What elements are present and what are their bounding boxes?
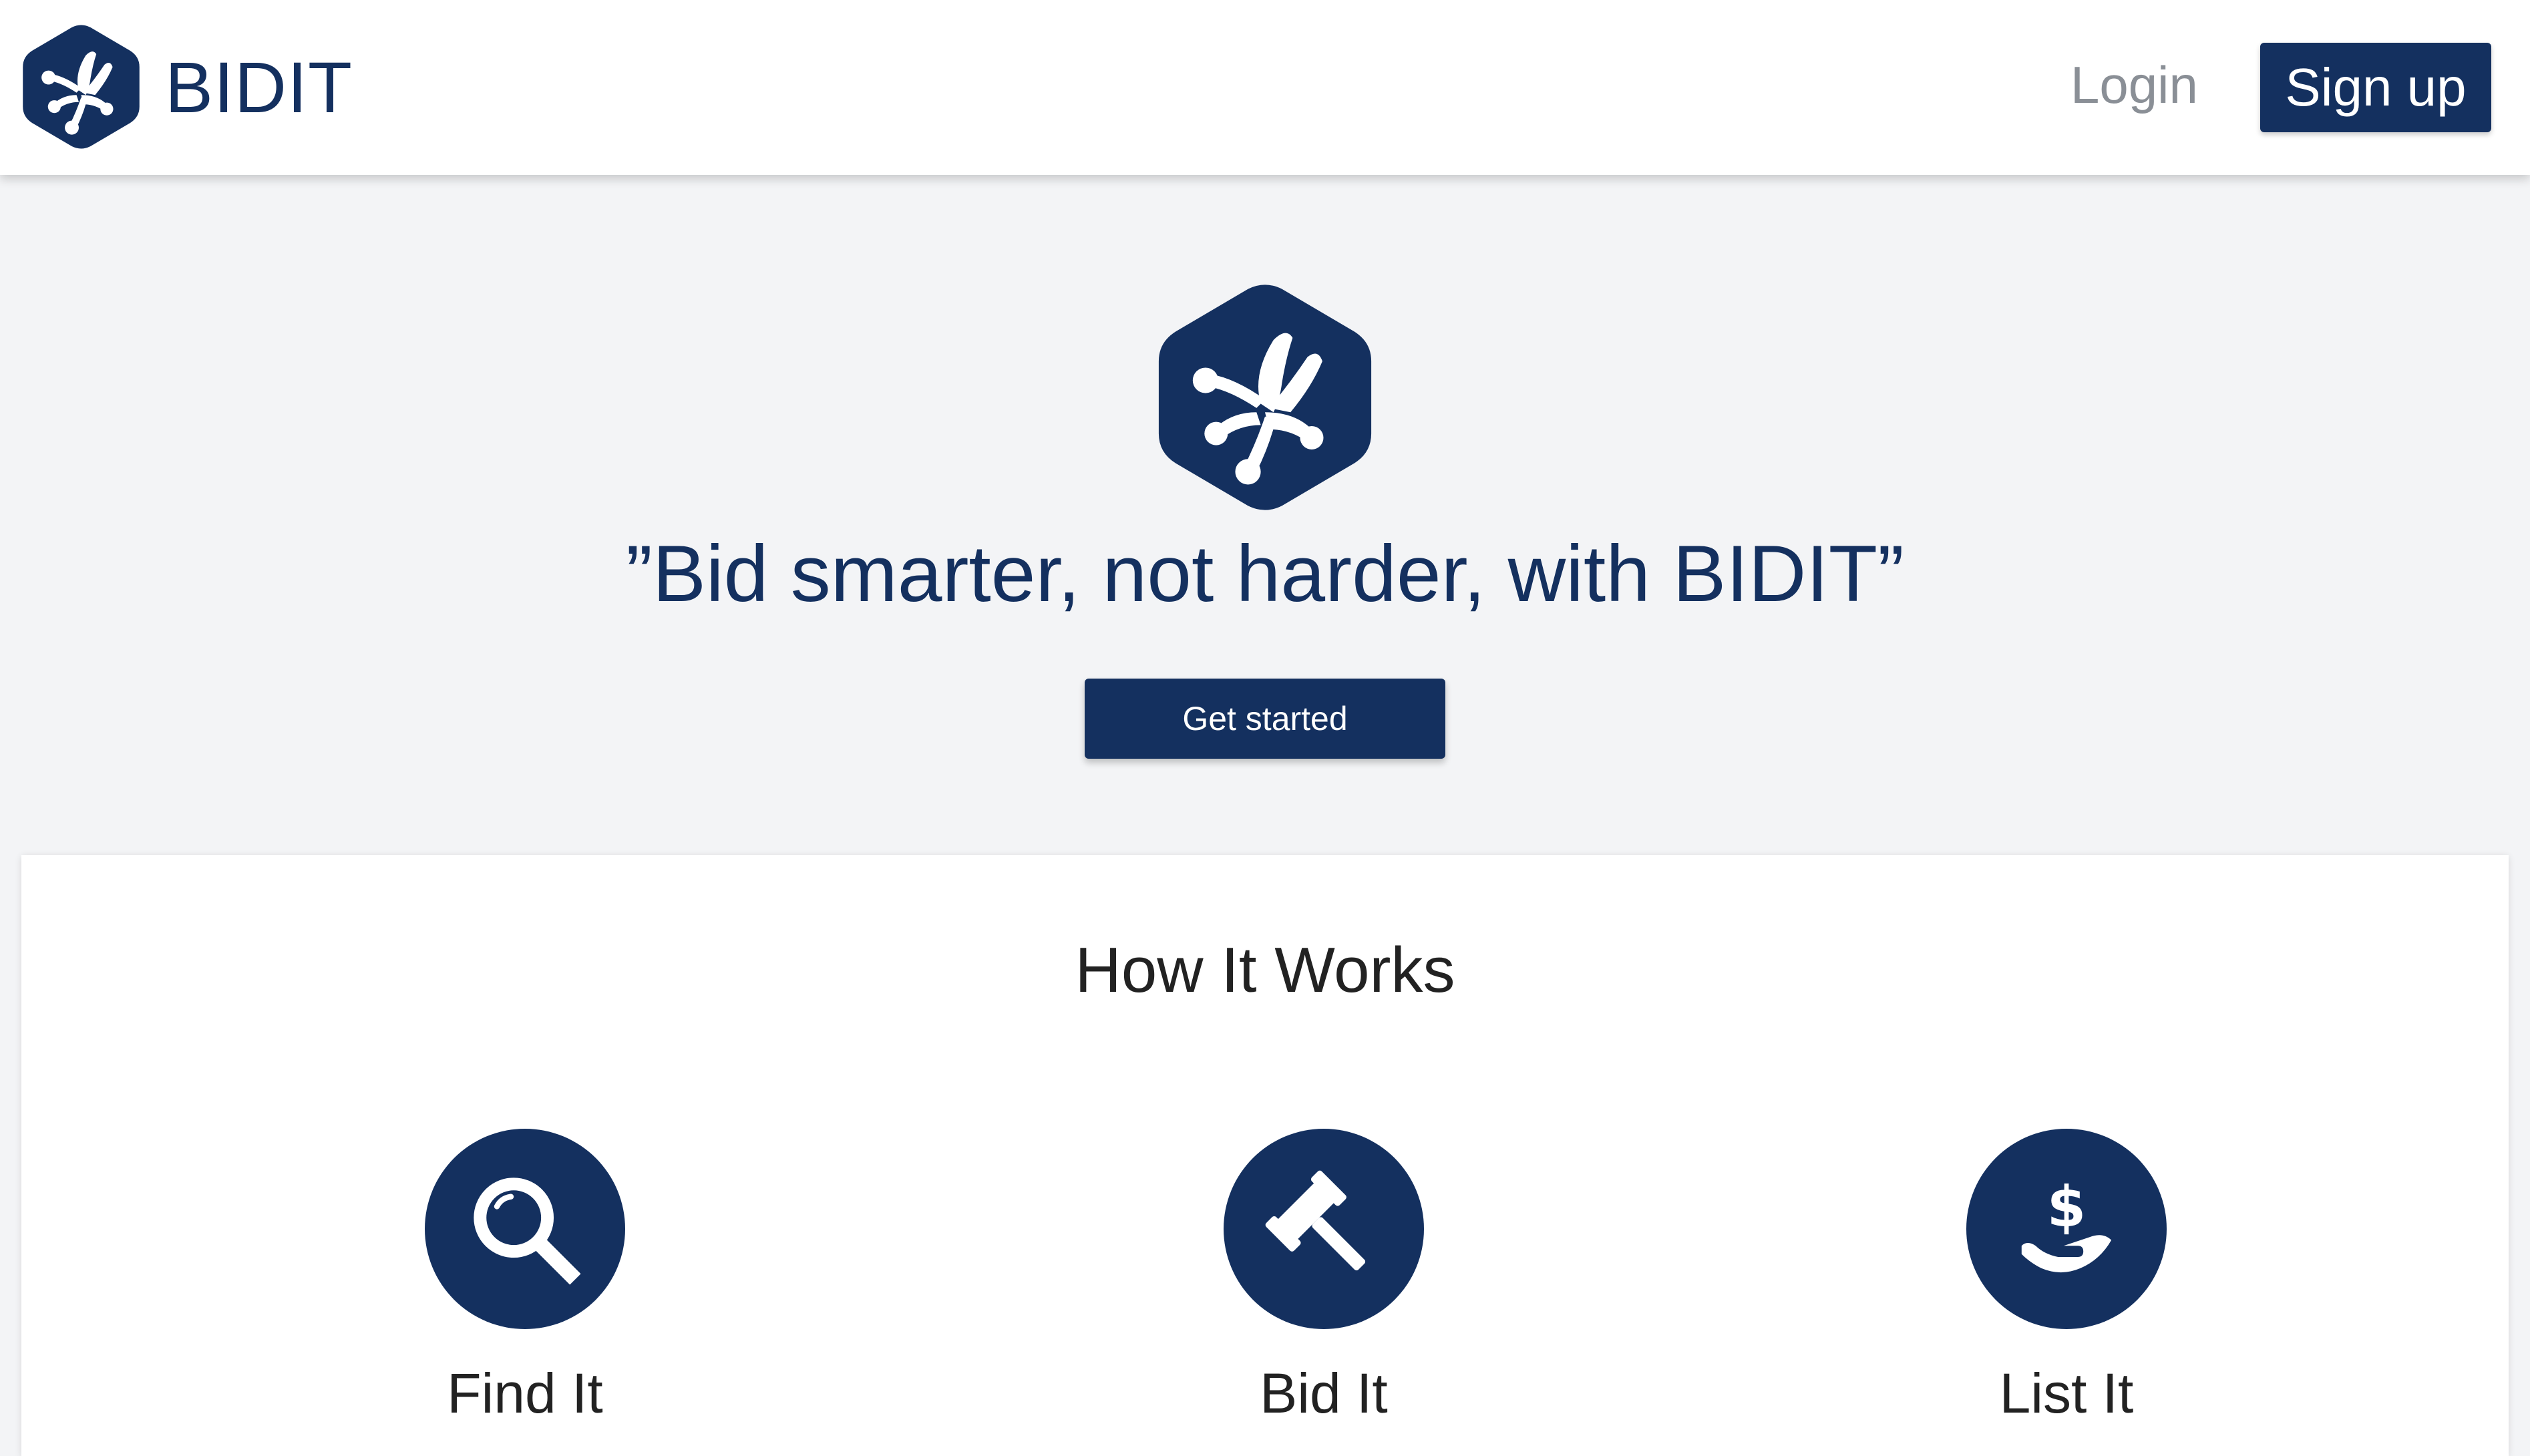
gavel-icon [1224, 1129, 1424, 1329]
step-label: List It [1999, 1362, 2134, 1425]
how-it-works-card: How It Works Find It Bid It $ List It [21, 855, 2509, 1456]
frog-foot-hexagon-icon [23, 25, 140, 149]
step-list-it: $ List It [1900, 1129, 2233, 1426]
svg-text:$: $ [2047, 1174, 2086, 1240]
step-label: Find It [447, 1362, 603, 1425]
frog-foot-hexagon-icon [1158, 285, 1372, 510]
hero-tagline: ”Bid smarter, not harder, with BIDIT” [626, 529, 1904, 618]
step-bid-it: Bid It [1157, 1129, 1491, 1426]
login-link[interactable]: Login [2070, 55, 2198, 116]
brand-home-link[interactable]: BIDIT [23, 23, 353, 151]
magnifier-icon [425, 1129, 625, 1329]
hero-section: ”Bid smarter, not harder, with BIDIT” Ge… [0, 175, 2530, 854]
brand-name: BIDIT [165, 46, 353, 128]
step-find-it: Find It [358, 1129, 692, 1426]
get-started-button[interactable]: Get started [1085, 679, 1445, 759]
how-it-works-title: How It Works [1075, 934, 1455, 1006]
signup-button[interactable]: Sign up [2260, 43, 2491, 132]
top-navbar: BIDIT Login Sign up [0, 0, 2530, 175]
step-label: Bid It [1260, 1362, 1388, 1425]
hand-dollar-icon: $ [1966, 1129, 2167, 1329]
